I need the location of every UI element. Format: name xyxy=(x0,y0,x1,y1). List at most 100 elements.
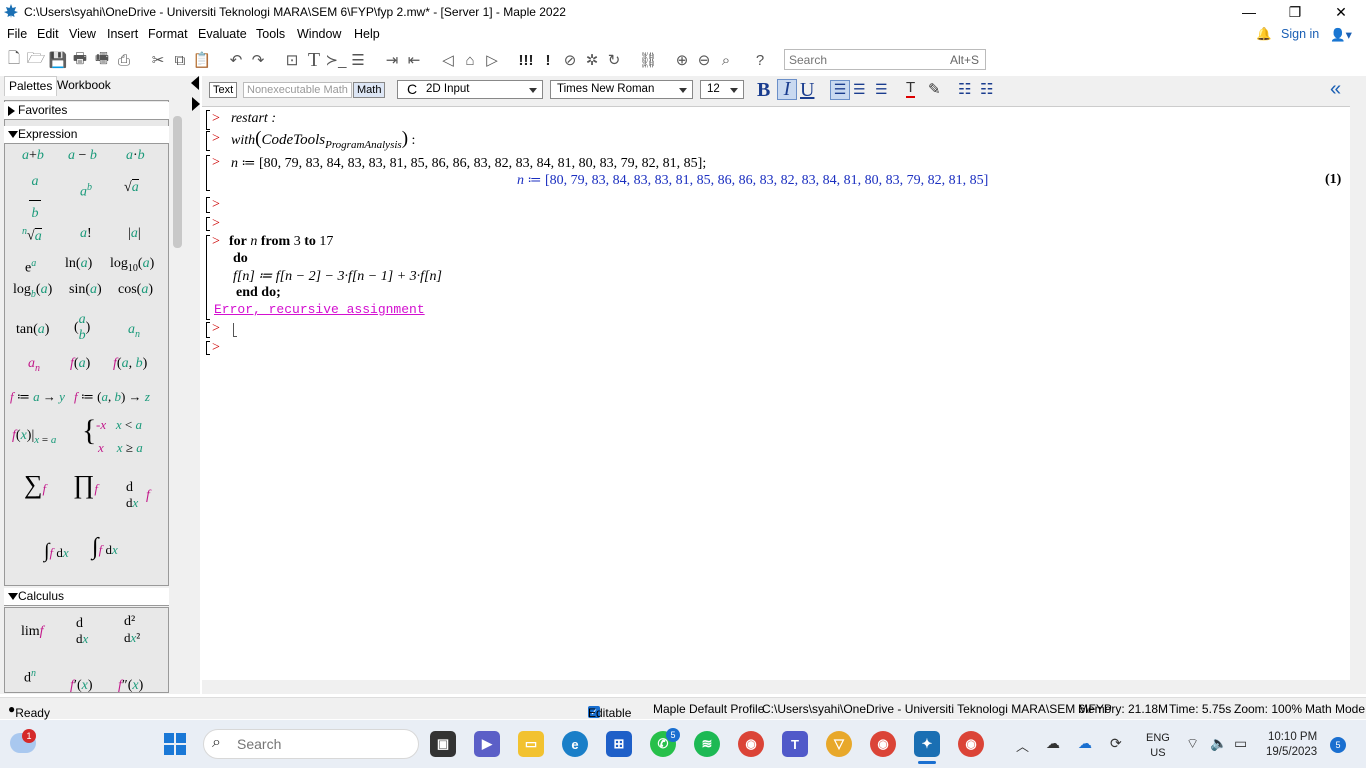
input-loop-body[interactable]: f[n] ≔ f[n − 2] − 3·f[n − 1] + 3·f[n] xyxy=(233,268,442,285)
palette-arrow-function[interactable]: f ≔ a → y xyxy=(10,389,65,405)
redo-icon[interactable]: ↷ xyxy=(248,50,268,70)
taskbar-search-input[interactable] xyxy=(237,736,407,752)
text-mode-button[interactable]: Text xyxy=(209,82,238,98)
help-icon[interactable]: ? xyxy=(750,50,770,70)
execute-icon[interactable]: ! xyxy=(538,50,558,70)
file-explorer-icon[interactable]: ▭ xyxy=(518,731,544,757)
collapse-panel-icon[interactable] xyxy=(191,76,199,90)
copy-icon[interactable]: ⧉ xyxy=(170,50,190,70)
numbered-list-icon[interactable]: ☷ xyxy=(980,80,993,98)
input-end-do[interactable]: end do; xyxy=(236,285,281,301)
insert-math-icon[interactable]: ⊡ xyxy=(282,50,302,70)
menu-help[interactable]: Help xyxy=(354,27,380,41)
new-document-icon[interactable]: 🗋 xyxy=(4,50,24,70)
restart-icon[interactable]: ↻ xyxy=(604,50,624,70)
minimize-button[interactable]: — xyxy=(1226,0,1272,24)
palette-multiply[interactable]: a·b xyxy=(126,148,145,164)
outdent-icon[interactable]: ⇤ xyxy=(404,50,424,70)
undo-icon[interactable]: ↶ xyxy=(226,50,246,70)
chrome-profile-icon[interactable]: ◉ xyxy=(870,731,896,757)
menu-edit[interactable]: Edit xyxy=(37,27,59,41)
palette-factorial[interactable]: a! xyxy=(80,226,92,242)
palette-abs[interactable]: |a| xyxy=(128,226,141,242)
input-mode-select[interactable]: C 2D Input xyxy=(397,80,543,99)
palette-binomial[interactable]: (a b) xyxy=(74,312,90,344)
paste-icon[interactable]: 📋 xyxy=(192,50,212,70)
align-right-icon[interactable]: ☰ xyxy=(875,81,888,98)
palette-log10[interactable]: log10(a) xyxy=(110,256,154,274)
palette-calculus-header[interactable]: Calculus xyxy=(4,588,169,606)
align-center-icon[interactable]: ☰ xyxy=(853,81,866,98)
palette-arrow-function2[interactable]: f ≔ (a, b) → z xyxy=(74,389,150,405)
start-icon[interactable] xyxy=(164,733,186,755)
palette-sum[interactable]: ∑f xyxy=(24,470,46,500)
worksheet[interactable] xyxy=(202,106,1350,680)
palette-fraction[interactable]: ab xyxy=(29,174,41,222)
palette-favorites-header[interactable]: Favorites xyxy=(4,102,169,120)
help-search-box[interactable]: Alt+S xyxy=(784,49,986,70)
help-search-input[interactable] xyxy=(785,50,935,69)
palette-power[interactable]: ab xyxy=(80,180,92,201)
palette-scrollbar[interactable] xyxy=(173,116,182,248)
export-icon[interactable]: ⎙ xyxy=(114,50,134,70)
palette-add[interactable]: a+b xyxy=(22,148,44,164)
bell-icon[interactable]: 🔔 xyxy=(1256,27,1272,42)
battery-icon[interactable]: ▭ xyxy=(1234,735,1247,752)
teams-chat-icon[interactable]: ▶ xyxy=(474,731,500,757)
link-icon[interactable]: ⛓ xyxy=(638,50,658,70)
notification-badge[interactable]: 5 xyxy=(1330,737,1346,753)
palette-exp[interactable]: ea xyxy=(25,256,36,277)
font-select[interactable]: Times New Roman xyxy=(550,80,693,99)
palette-indexed[interactable]: an xyxy=(28,356,40,374)
chrome-icon[interactable]: ◉ xyxy=(738,731,764,757)
palette-function[interactable]: f(a) xyxy=(70,356,90,372)
input-for-loop[interactable]: for n from 3 to 17 xyxy=(229,234,333,250)
indent-icon[interactable]: ⇥ xyxy=(382,50,402,70)
bold-button[interactable]: B xyxy=(757,79,770,102)
sign-in-link[interactable]: Sign in xyxy=(1281,27,1319,41)
text-color-icon[interactable]: T xyxy=(906,79,916,98)
teams-icon[interactable]: T xyxy=(782,731,808,757)
sync-icon[interactable]: ⟳ xyxy=(1110,735,1122,752)
palette-integral[interactable]: ∫f dx xyxy=(44,540,69,563)
forward-icon[interactable]: ▷ xyxy=(482,50,502,70)
execute-all-icon[interactable]: !!! xyxy=(516,50,536,70)
menu-window[interactable]: Window xyxy=(297,27,341,41)
palette-sqrt[interactable]: √a xyxy=(124,179,139,196)
vpn-icon[interactable]: ▽ xyxy=(826,731,852,757)
insert-text-icon[interactable]: T xyxy=(304,49,324,71)
language-indicator[interactable]: ENG US xyxy=(1146,731,1170,761)
menu-format[interactable]: Format xyxy=(148,27,188,41)
user-icon[interactable]: 👤▾ xyxy=(1330,27,1352,43)
restore-button[interactable]: ❐ xyxy=(1272,0,1318,24)
zoom-in-icon[interactable]: ⊕ xyxy=(672,50,692,70)
input-restart[interactable]: restart : xyxy=(231,111,276,127)
stop-icon[interactable]: ⊘ xyxy=(560,50,580,70)
palette-eval-at[interactable]: f(x)|x = a xyxy=(12,428,56,446)
execution-group-icon[interactable]: ≻_ xyxy=(326,50,347,70)
save-icon[interactable]: 💾 xyxy=(48,50,68,70)
menu-evaluate[interactable]: Evaluate xyxy=(198,27,247,41)
error-message[interactable]: Error, recursive assignment xyxy=(214,302,425,317)
task-view-icon[interactable]: ▣ xyxy=(430,731,456,757)
menu-file[interactable]: File xyxy=(7,27,27,41)
italic-button[interactable]: I xyxy=(777,79,797,100)
input-do[interactable]: do xyxy=(233,251,248,267)
palette-nth-root[interactable]: n√a xyxy=(22,224,42,245)
tab-palettes[interactable]: Palettes xyxy=(4,76,58,96)
edge-icon[interactable]: e xyxy=(562,731,588,757)
palette-second-derivative[interactable]: d² dx² xyxy=(124,614,140,647)
bullet-list-icon[interactable]: ☷ xyxy=(958,80,971,98)
zoom-fit-icon[interactable]: ⌕ xyxy=(716,50,736,70)
store-icon[interactable]: ⊞ xyxy=(606,731,632,757)
back-icon[interactable]: ◁ xyxy=(438,50,458,70)
palette-derivative[interactable]: d dx f xyxy=(126,480,150,511)
tab-workbook[interactable]: Workbook xyxy=(57,78,111,92)
highlight-icon[interactable]: ✎ xyxy=(928,80,941,98)
paragraph-icon[interactable]: ☰ xyxy=(348,50,368,70)
palette-tan[interactable]: tan(a) xyxy=(16,322,49,338)
maple-taskbar-icon[interactable]: ✦ xyxy=(914,731,940,757)
menu-tools[interactable]: Tools xyxy=(256,27,285,41)
palette-double-prime[interactable]: f″(x) xyxy=(118,678,143,694)
chrome-active-icon[interactable]: ◉ xyxy=(958,731,984,757)
